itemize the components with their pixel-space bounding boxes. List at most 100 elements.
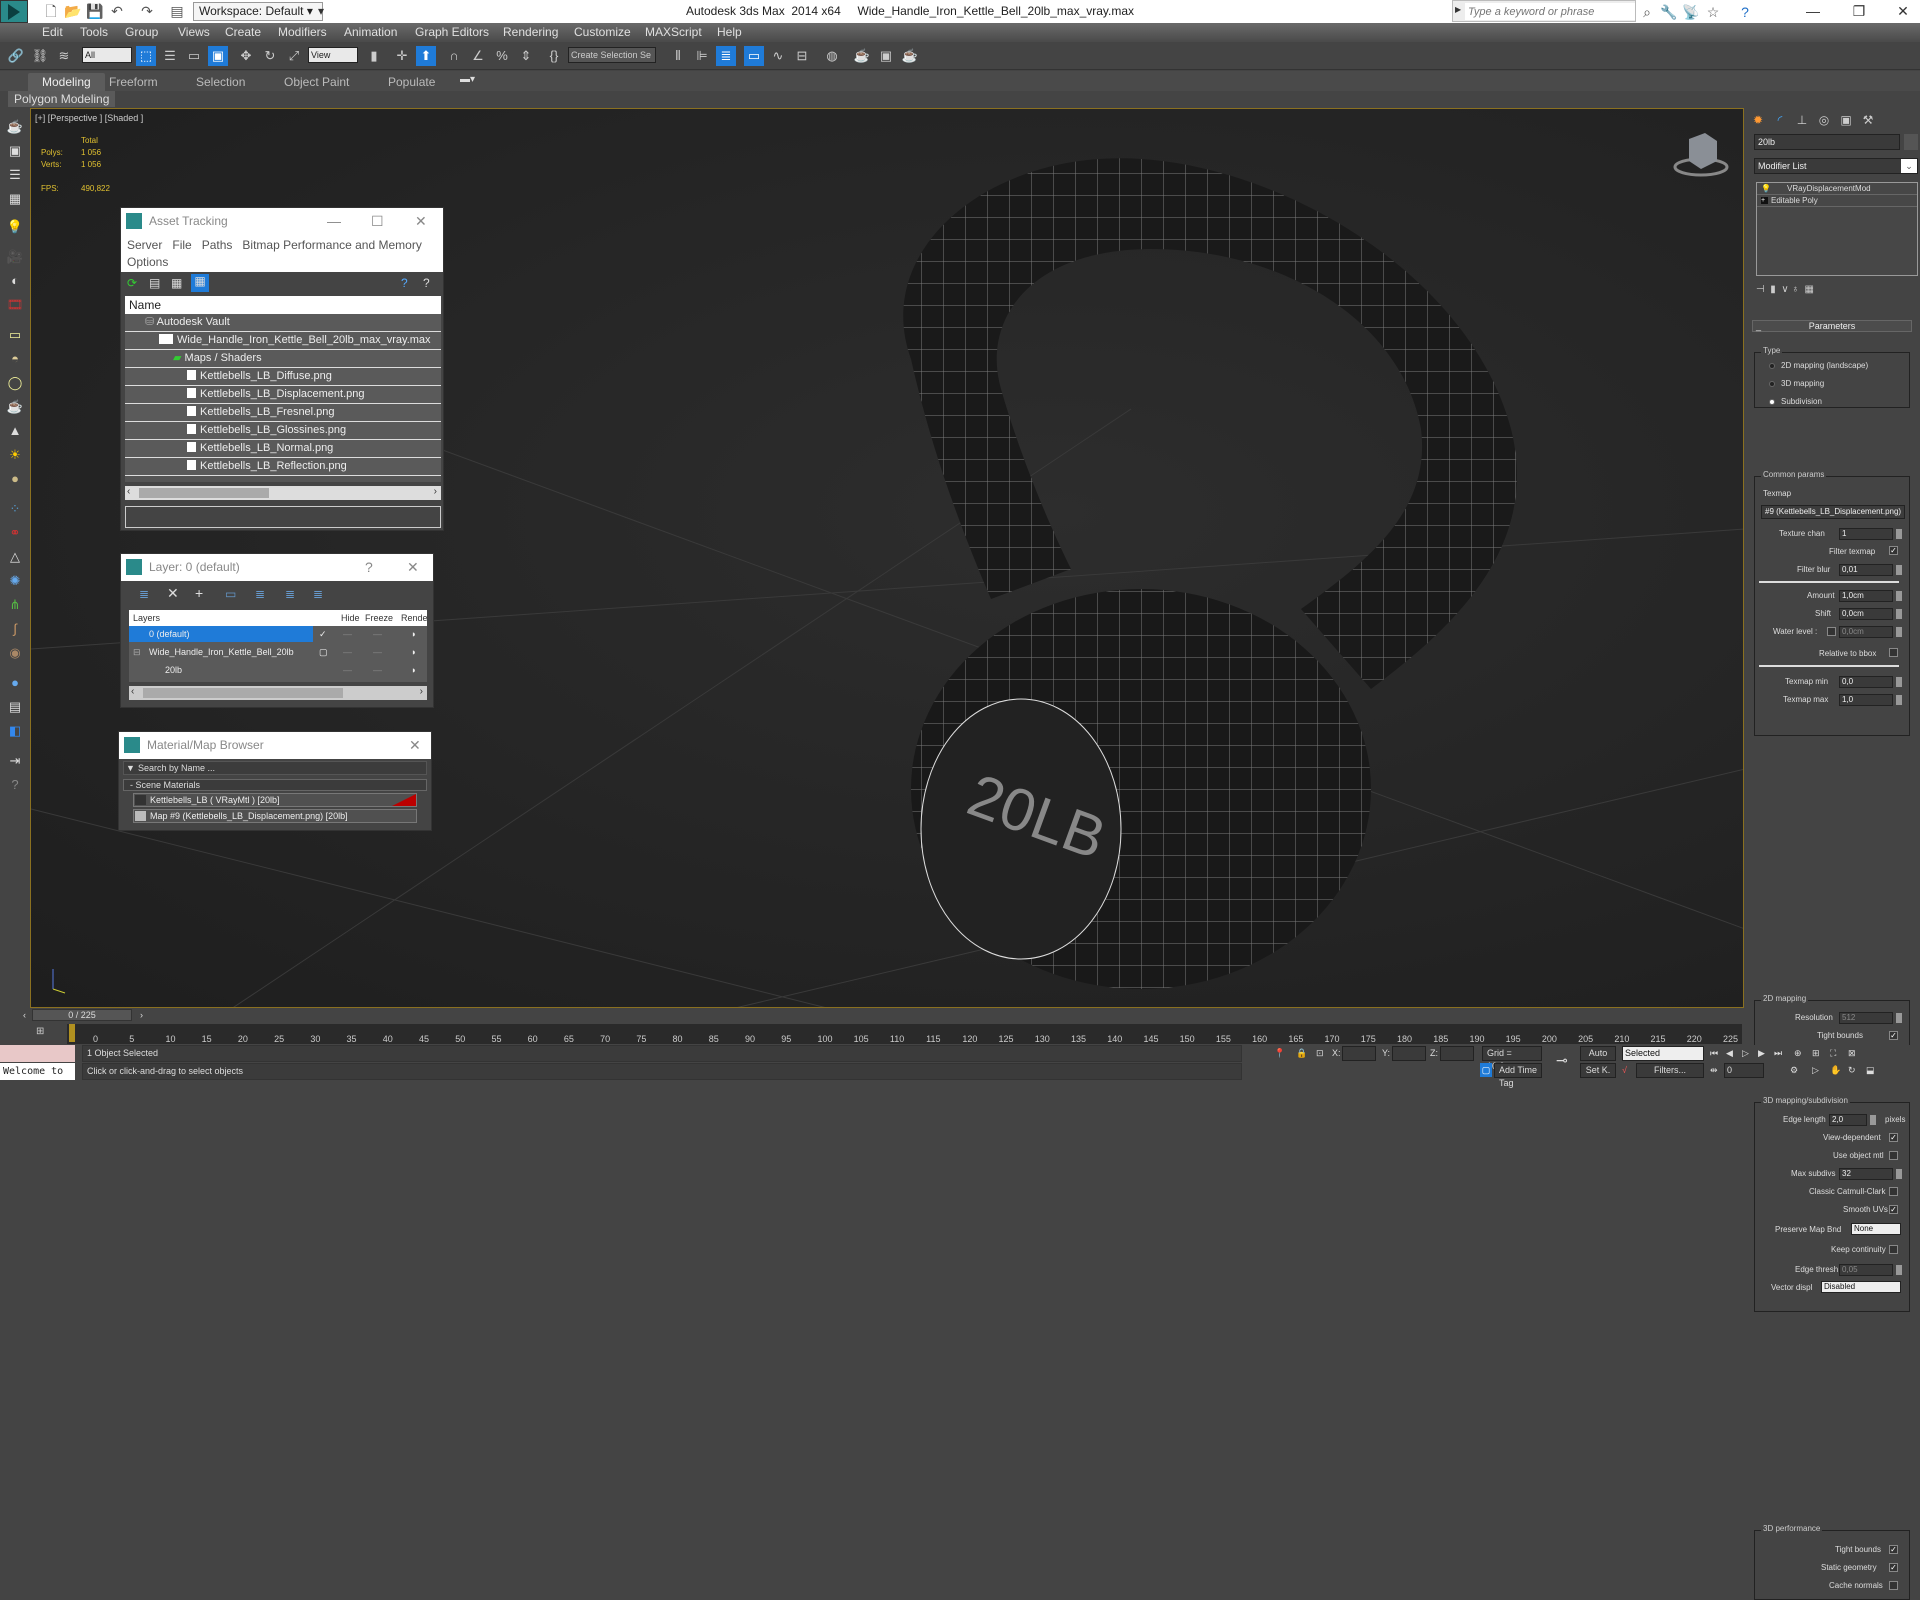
filter-texmap-checkbox[interactable]: ✓	[1889, 546, 1898, 555]
key-mode-icon[interactable]: ⇹	[1710, 1063, 1718, 1078]
smooth-uvs-checkbox[interactable]: ✓	[1889, 1205, 1898, 1214]
options-arrow-icon[interactable]: ▼	[126, 762, 135, 774]
rendered-frame-icon[interactable]: ▣	[876, 46, 896, 66]
open-file-icon[interactable]: 📂	[64, 2, 82, 20]
wrench-icon[interactable]: 🔧	[1660, 3, 1678, 21]
motion-tab-icon[interactable]: ◎	[1814, 110, 1834, 130]
next-frame-icon[interactable]: ›	[140, 1010, 143, 1020]
move-icon[interactable]: ✥	[236, 46, 256, 66]
time-tag-icon[interactable]: ▢	[1480, 1063, 1492, 1077]
menu-animation[interactable]: Animation	[344, 25, 397, 39]
list-icon[interactable]: ▤	[149, 276, 160, 290]
key-filter-dropdown[interactable]: Selected	[1622, 1046, 1704, 1061]
display-tab-icon[interactable]: ▣	[1836, 110, 1856, 130]
unlink-icon[interactable]: ⛓	[30, 46, 50, 66]
table-view-icon[interactable]: ▦	[191, 274, 209, 292]
manipulate-icon[interactable]: ✛	[392, 46, 412, 66]
dome-light-icon[interactable]: ◓	[5, 350, 25, 368]
polygon-modeling-panel[interactable]: Polygon Modeling	[8, 91, 116, 107]
auto-key-button[interactable]: Auto	[1580, 1046, 1616, 1061]
mini-curve-editor-icon[interactable]: ⊞	[36, 1026, 56, 1042]
goto-end-icon[interactable]: ⏭	[1774, 1046, 1782, 1061]
rect-selection-icon[interactable]: ▭	[184, 46, 204, 66]
scroll-left-icon[interactable]: ‹	[127, 486, 130, 497]
freeze-toggle[interactable]: —	[373, 644, 382, 660]
key-filters-button[interactable]: Filters...	[1636, 1063, 1704, 1078]
hierarchy-tab-icon[interactable]: ⊥	[1792, 110, 1812, 130]
menu-file[interactable]: File	[172, 238, 191, 252]
select-by-name-icon[interactable]: ☰	[160, 46, 180, 66]
hide-toggle[interactable]: —	[343, 626, 352, 642]
freeze-toggle[interactable]: —	[373, 626, 382, 642]
lightbulb-icon[interactable]: 💡	[1761, 183, 1771, 195]
zoom-extents-icon[interactable]: ⛶	[1830, 1046, 1836, 1061]
angle-snap-icon[interactable]: ∠	[468, 46, 488, 66]
sphere-light-icon[interactable]: ●	[5, 470, 25, 488]
minimize-button[interactable]: —	[327, 208, 341, 235]
material-browser-titlebar[interactable]: Material/Map Browser ✕	[119, 732, 431, 759]
menu-modifiers[interactable]: Modifiers	[278, 25, 327, 39]
configure-sets-icon[interactable]: ▦	[1805, 284, 1814, 295]
current-frame-marker[interactable]	[69, 1024, 75, 1042]
max-subdivs-spinner[interactable]: 32	[1839, 1168, 1902, 1180]
delete-layer-icon[interactable]: ✕	[167, 585, 179, 602]
molecule-icon[interactable]: ⚭	[5, 524, 25, 542]
select-objects-icon[interactable]: ▭	[225, 587, 236, 601]
teapot-icon[interactable]: ☕	[5, 118, 25, 136]
hide-toggle[interactable]: —	[343, 662, 352, 678]
col-render[interactable]: Rende	[401, 610, 428, 626]
asset-tracking-titlebar[interactable]: Asset Tracking — ☐ ✕	[121, 208, 443, 235]
cone-icon[interactable]: ▲	[5, 422, 25, 440]
y-coordinate-field[interactable]	[1392, 1046, 1426, 1061]
refresh-icon[interactable]: ⟳	[127, 276, 137, 290]
undo-icon[interactable]: ↶	[108, 2, 126, 20]
remove-modifier-icon[interactable]: ♁	[1791, 284, 1799, 295]
sun-icon[interactable]: ☀	[5, 446, 25, 464]
material-item[interactable]: Kettlebells_LB ( VRayMtl ) [20lb]	[133, 793, 417, 807]
ornatrix-icon[interactable]: ◉	[5, 644, 25, 662]
project-folder-icon[interactable]: ▤	[168, 2, 186, 20]
current-layer-check[interactable]: ▢	[319, 644, 328, 660]
texture-chan-spinner[interactable]: 1	[1839, 528, 1902, 540]
render-production-icon[interactable]: ☕	[900, 46, 920, 66]
help-query-icon[interactable]: ?	[401, 276, 408, 290]
material-editor-icon[interactable]: ◍	[822, 46, 842, 66]
mesh-pyramid-icon[interactable]: △	[5, 548, 25, 566]
save-icon[interactable]: 💾	[86, 2, 104, 20]
modify-tab-icon[interactable]: ◜	[1770, 110, 1790, 130]
modifier-stack-item[interactable]: 💡 VRayDisplacementMod	[1757, 183, 1917, 195]
render-setup-icon[interactable]: ☕	[852, 46, 872, 66]
expand-plus-icon[interactable]: +	[1761, 197, 1768, 204]
close-button[interactable]: ✕	[1880, 0, 1920, 22]
workspace-dropdown[interactable]: Workspace: Default ▾	[193, 2, 323, 21]
bind-spacewarp-icon[interactable]: ≋	[54, 46, 74, 66]
menu-graph-editors[interactable]: Graph Editors	[415, 25, 489, 39]
render-region-icon[interactable]: ◧	[5, 722, 25, 740]
expand-arrow-icon[interactable]: ▶	[1455, 5, 1461, 14]
layer-row[interactable]: ⊟ Wide_Handle_Iron_Kettle_Bell_20lb ▢ — …	[129, 644, 427, 662]
maxscript-listener[interactable]: Welcome to	[0, 1063, 75, 1080]
object-color-swatch[interactable]	[1904, 134, 1918, 150]
fur-icon[interactable]: ✺	[5, 572, 25, 590]
prev-frame-icon[interactable]: ‹	[23, 1010, 26, 1020]
satellite-icon[interactable]: 📡	[1682, 3, 1700, 21]
named-selection-sets[interactable]: Create Selection Se	[568, 47, 656, 63]
list-item[interactable]: Kettlebells_LB_Glossines.png	[125, 422, 441, 440]
highlight-layer-icon[interactable]: ≣	[255, 587, 265, 601]
customize-qa-icon[interactable]: ▾	[318, 4, 324, 18]
current-layer-check[interactable]: ✓	[319, 626, 327, 642]
help-button[interactable]: ?	[365, 554, 373, 581]
preserve-map-bnd-dropdown[interactable]: None	[1851, 1223, 1901, 1235]
light-icon[interactable]: 💡	[5, 218, 25, 236]
goto-start-icon[interactable]: ⏮	[1710, 1046, 1718, 1061]
list-panel-icon[interactable]: ☰	[5, 166, 25, 184]
z-coordinate-field[interactable]	[1440, 1046, 1474, 1061]
viewcube[interactable]	[1671, 129, 1731, 179]
scale-icon[interactable]: ⤢	[284, 46, 304, 66]
spot-camera-icon[interactable]: ◐	[5, 272, 25, 290]
frame-buffer-icon[interactable]: ▤	[5, 698, 25, 716]
time-config-icon[interactable]: ⚙	[1790, 1063, 1798, 1078]
cache-normals-checkbox[interactable]	[1889, 1581, 1898, 1590]
vector-displ-dropdown[interactable]: Disabled	[1821, 1281, 1901, 1293]
radio-subdivision[interactable]	[1769, 399, 1775, 405]
